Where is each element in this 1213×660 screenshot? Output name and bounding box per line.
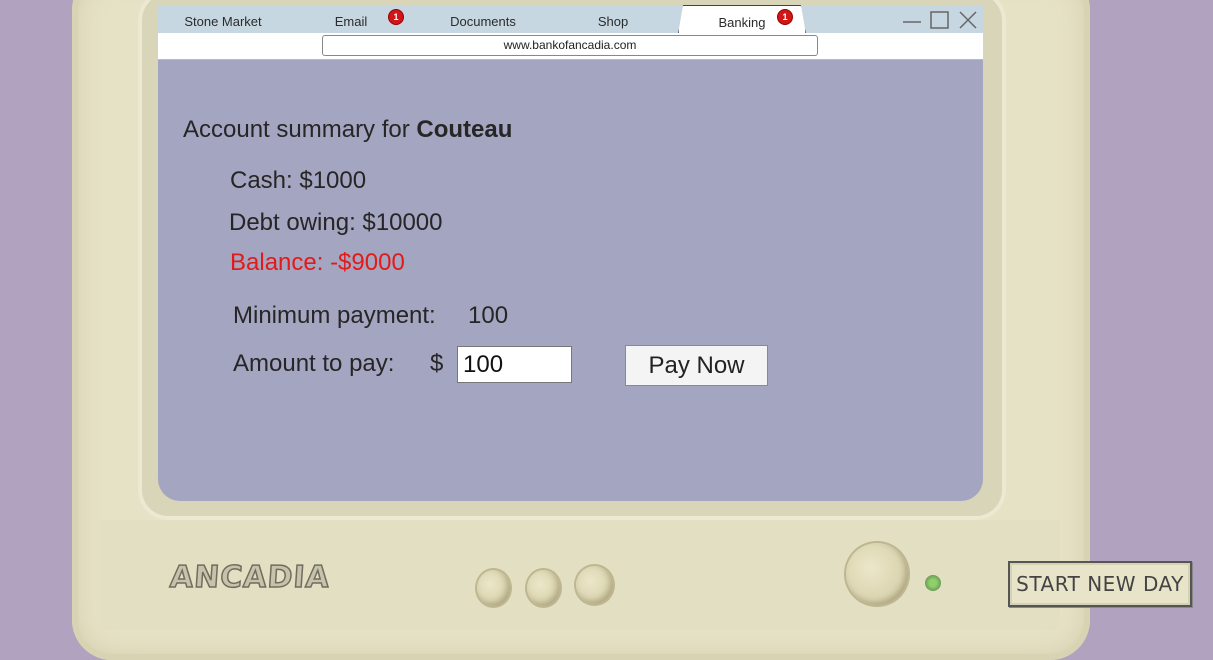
close-icon[interactable] xyxy=(957,10,979,30)
minimum-payment-value: 100 xyxy=(468,302,509,329)
account-summary-heading: Account summary for Couteau xyxy=(183,116,512,144)
tab-label: Shop xyxy=(597,14,629,29)
cash-line: Cash: $1000 xyxy=(230,167,367,194)
tab-email[interactable]: Email xyxy=(306,5,396,33)
tab-label: Stone Market xyxy=(184,14,262,29)
power-knob[interactable] xyxy=(846,543,908,605)
balance-line: Balance: -$9000 xyxy=(230,249,405,276)
amount-to-pay-label: Amount to pay: xyxy=(233,350,395,377)
pay-now-button[interactable]: Pay Now xyxy=(625,345,768,386)
address-bar-row: www.bankofancadia.com xyxy=(158,33,983,60)
maximize-icon[interactable] xyxy=(929,10,951,30)
banking-page: Account summary for Couteau Cash: $1000 … xyxy=(158,60,983,501)
summary-prefix: Account summary for xyxy=(183,116,417,143)
minimum-payment-label: Minimum payment: xyxy=(233,302,436,329)
amount-to-pay-input[interactable] xyxy=(457,346,572,383)
monitor-button-2[interactable] xyxy=(527,570,560,606)
account-holder-name: Couteau xyxy=(416,116,513,143)
tab-label: Documents xyxy=(450,14,516,29)
currency-symbol: $ xyxy=(430,350,444,377)
tab-documents[interactable]: Documents xyxy=(428,5,538,33)
tab-shop[interactable]: Shop xyxy=(568,5,658,33)
ancadia-logo: ANCADIA xyxy=(168,559,332,596)
tab-label: Email xyxy=(334,14,368,29)
power-led-icon xyxy=(925,575,941,591)
tab-bar: Stone Market Email 1 Documents Shop Bank… xyxy=(158,5,983,33)
minimize-icon[interactable] xyxy=(901,10,923,30)
tab-stone-market[interactable]: Stone Market xyxy=(166,5,280,33)
email-notification-badge: 1 xyxy=(388,9,404,25)
monitor-button-1[interactable] xyxy=(477,570,510,606)
browser-window: Stone Market Email 1 Documents Shop Bank… xyxy=(158,5,983,501)
address-bar[interactable]: www.bankofancadia.com xyxy=(322,35,818,56)
debt-line: Debt owing: $10000 xyxy=(229,209,443,236)
tab-label: Banking xyxy=(718,15,766,30)
monitor-button-3[interactable] xyxy=(576,566,613,604)
start-new-day-button[interactable]: START NEW DAY xyxy=(1008,561,1192,607)
banking-notification-badge: 1 xyxy=(777,9,793,25)
